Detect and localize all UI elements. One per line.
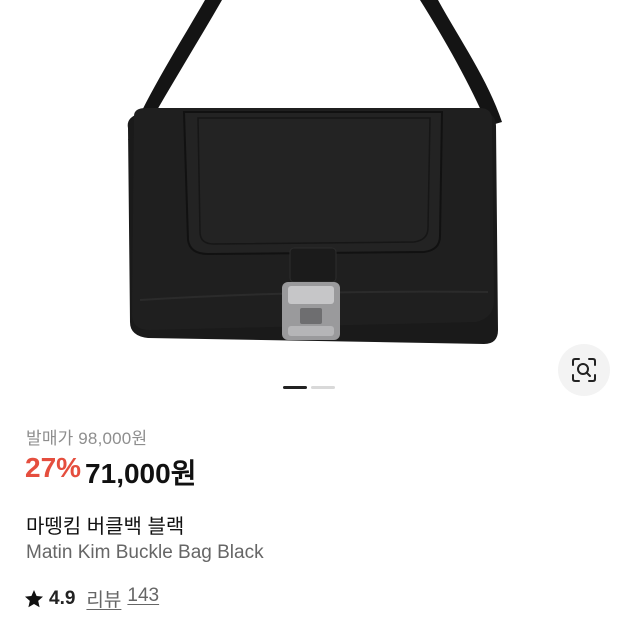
product-image[interactable] <box>0 0 620 370</box>
bag-illustration <box>127 0 502 344</box>
review-link[interactable]: 리뷰 143 <box>86 585 159 612</box>
price-row: 27% 71,000원 <box>25 452 196 492</box>
product-name-korean: 마뗑킴 버클백 블랙 <box>26 516 185 538</box>
discount-rate: 27% <box>25 452 82 483</box>
pager-dot-1[interactable] <box>283 386 307 389</box>
rating-row: 4.9 리뷰 143 <box>24 585 159 612</box>
review-count: 143 <box>127 585 160 606</box>
retail-price-row: 발매가 98,000원 <box>26 424 147 449</box>
pager-dot-2[interactable] <box>311 386 335 389</box>
review-label: 리뷰 <box>86 590 122 611</box>
visual-search-icon <box>572 358 596 382</box>
retail-price: 98,000원 <box>78 429 148 448</box>
product-name-english: Matin Kim Buckle Bag Black <box>26 542 264 563</box>
star-icon <box>25 589 43 607</box>
rating-score: 4.9 <box>49 587 76 609</box>
image-pager[interactable] <box>283 386 335 389</box>
sale-price: 71,000원 <box>85 458 197 489</box>
retail-label: 발매가 <box>26 429 74 448</box>
visual-search-button[interactable] <box>558 344 610 396</box>
